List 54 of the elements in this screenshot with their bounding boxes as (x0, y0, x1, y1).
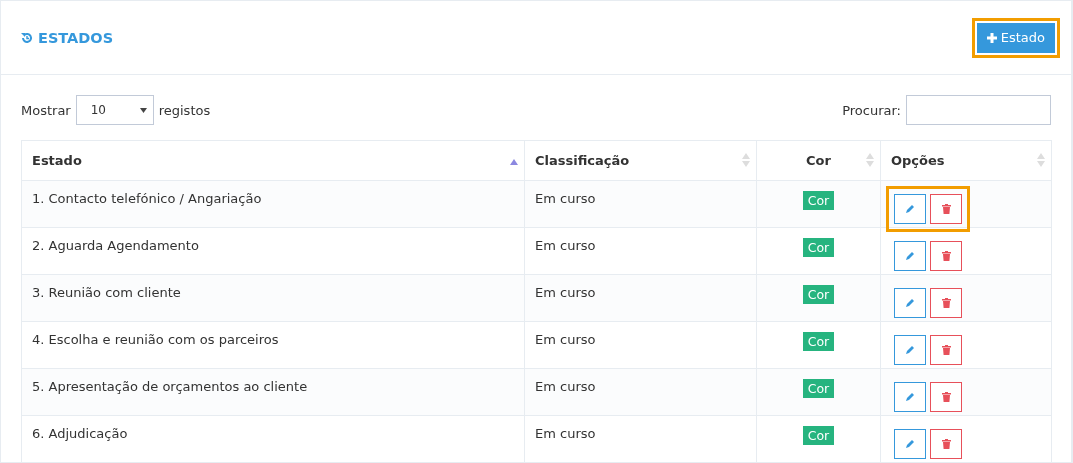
show-label: Mostrar (21, 102, 71, 118)
table-cell: 3. Reunião com cliente (21, 274, 525, 322)
color-tag: Cor (802, 426, 835, 445)
trash-icon (941, 439, 951, 449)
table-cell: Em curso (524, 368, 757, 416)
edit-button[interactable] (894, 241, 926, 271)
delete-button[interactable] (930, 382, 962, 412)
trash-icon (941, 204, 951, 214)
table-cell: 2. Aguarda Agendamento (21, 227, 525, 275)
search-field[interactable] (906, 95, 1051, 125)
pencil-icon (905, 251, 915, 261)
caret-icon (139, 107, 147, 113)
pencil-icon (905, 345, 915, 355)
column-header[interactable]: Estado (21, 140, 525, 181)
history-icon (21, 31, 33, 44)
edit-button[interactable] (894, 335, 926, 365)
page-title: ESTADOS (38, 29, 114, 46)
trash-icon (941, 392, 951, 402)
edit-button[interactable] (894, 288, 926, 318)
table-cell: 5. Apresentação de orçamentos ao cliente (21, 368, 525, 416)
table-cell: Em curso (524, 274, 757, 322)
color-tag: Cor (802, 238, 835, 257)
search-label: Procurar: (842, 102, 901, 118)
table-cell: 4. Escolha e reunião com os parceiros (21, 321, 525, 369)
pencil-icon (905, 298, 915, 308)
edit-button[interactable] (894, 194, 926, 224)
pencil-icon (905, 392, 915, 402)
table-cell: Em curso (524, 227, 757, 275)
plus-icon (986, 32, 997, 43)
trash-icon (941, 345, 951, 355)
delete-button[interactable] (930, 335, 962, 365)
color-tag: Cor (802, 332, 835, 351)
delete-button[interactable] (930, 194, 962, 224)
delete-button[interactable] (930, 288, 962, 318)
column-header[interactable]: Cor (756, 140, 881, 181)
table-cell: Em curso (524, 321, 757, 369)
column-header[interactable]: Opções (880, 140, 1052, 181)
column-header[interactable]: Classificação (524, 140, 757, 181)
trash-icon (941, 251, 951, 261)
trash-icon (941, 298, 951, 308)
color-tag: Cor (802, 191, 835, 210)
color-tag: Cor (802, 379, 835, 398)
pencil-icon (905, 204, 915, 214)
records-label: registos (158, 102, 211, 118)
color-tag: Cor (802, 285, 835, 304)
pencil-icon (905, 439, 915, 449)
page-length-select[interactable]: 10 (75, 95, 154, 125)
table-cell: 6. Adjudicação (21, 415, 525, 462)
table-cell: Em curso (524, 180, 757, 228)
edit-button[interactable] (894, 382, 926, 412)
table-cell: 1. Contacto telefónico / Angariação (21, 180, 525, 228)
delete-button[interactable] (930, 241, 962, 271)
edit-button[interactable] (894, 429, 926, 459)
delete-button[interactable] (930, 429, 962, 459)
